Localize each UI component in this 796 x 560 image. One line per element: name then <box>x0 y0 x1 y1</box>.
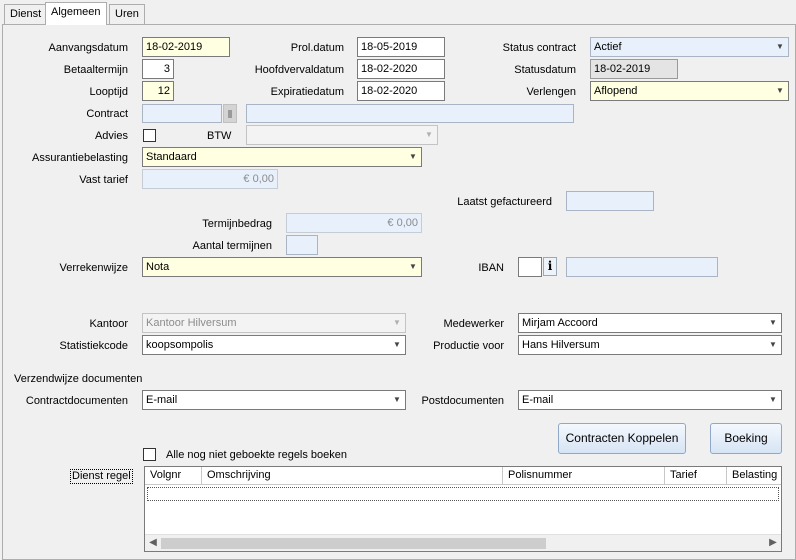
info-icon[interactable]: i <box>543 257 557 276</box>
postdocumenten-label: Postdocumenten <box>421 395 504 407</box>
verlengen-select[interactable]: Aflopend ▼ <box>590 81 789 101</box>
kantoor-label: Kantoor <box>89 318 128 330</box>
verlengen-value: Aflopend <box>594 85 638 97</box>
productie-voor-label: Productie voor <box>433 340 504 352</box>
aanvangsdatum-field[interactable]: 18-02-2019 <box>142 37 230 57</box>
chevron-down-icon: ▼ <box>776 42 784 51</box>
assurantiebelasting-value: Standaard <box>146 151 197 163</box>
medewerker-value: Mirjam Accoord <box>522 317 598 329</box>
verrekenwijze-select[interactable]: Nota ▼ <box>142 257 422 277</box>
statistiekcode-select[interactable]: koopsompolis ▼ <box>142 335 406 355</box>
tab-algemeen[interactable]: Algemeen <box>45 2 107 25</box>
scroll-right-icon[interactable]: ▶ <box>765 535 781 551</box>
btw-label: BTW <box>207 130 232 142</box>
chevron-down-icon: ▼ <box>409 152 417 161</box>
column-header-volgnr[interactable]: Volgnr <box>145 467 202 484</box>
hoofdvervaldatum-field[interactable]: 18-02-2020 <box>357 59 445 79</box>
chevron-down-icon: ▼ <box>393 318 401 327</box>
contractdocumenten-value: E-mail <box>146 394 178 406</box>
vast-tarief-field[interactable]: € 0,00 <box>142 169 278 189</box>
contractdocumenten-select[interactable]: E-mail ▼ <box>142 390 406 410</box>
betaaltermijn-label: Betaaltermijn <box>63 64 128 76</box>
statistiekcode-value: koopsompolis <box>146 339 214 351</box>
betaaltermijn-field[interactable]: 3 <box>142 59 174 79</box>
assurantiebelasting-select[interactable]: Standaard ▼ <box>142 147 422 167</box>
laatst-gefactureerd-field[interactable] <box>566 191 654 211</box>
grid-header: Volgnr Omschrijving Polisnummer Tarief B… <box>145 467 781 485</box>
contractdocumenten-label: Contractdocumenten <box>25 395 128 407</box>
chevron-down-icon: ▼ <box>409 262 417 271</box>
contract-description-field[interactable] <box>246 104 574 123</box>
chevron-down-icon: ▼ <box>769 340 777 349</box>
column-header-belasting[interactable]: Belasting <box>727 467 781 484</box>
dienst-regel-grid[interactable]: Volgnr Omschrijving Polisnummer Tarief B… <box>144 466 782 552</box>
laatst-gefactureerd-label: Laatst gefactureerd <box>457 196 552 208</box>
kantoor-value: Kantoor Hilversum <box>146 317 237 329</box>
chevron-down-icon: ▼ <box>769 318 777 327</box>
status-contract-value: Actief <box>594 41 622 53</box>
dienst-regel-label: Dienst regel <box>70 469 133 484</box>
tab-uren[interactable]: Uren <box>109 4 145 24</box>
termijnbedrag-label: Termijnbedrag <box>202 218 272 230</box>
status-contract-select[interactable]: Actief ▼ <box>590 37 789 57</box>
chevron-down-icon: ▼ <box>769 395 777 404</box>
statusdatum-field: 18-02-2019 <box>590 59 678 79</box>
productie-voor-value: Hans Hilversum <box>522 339 600 351</box>
chevron-down-icon: ▼ <box>393 340 401 349</box>
postdocumenten-select[interactable]: E-mail ▼ <box>518 390 782 410</box>
iban-field[interactable] <box>566 257 718 277</box>
aantal-termijnen-field[interactable] <box>286 235 318 255</box>
hoofdvervaldatum-label: Hoofdvervaldatum <box>254 64 344 76</box>
productie-voor-select[interactable]: Hans Hilversum ▼ <box>518 335 782 355</box>
scrollbar-thumb[interactable] <box>161 538 546 549</box>
chevron-down-icon: ▼ <box>425 130 433 139</box>
advies-checkbox[interactable] <box>143 129 156 142</box>
alle-boeken-label: Alle nog niet geboekte regels boeken <box>166 449 348 461</box>
looptijd-field[interactable]: 12 <box>142 81 174 101</box>
looptijd-label: Looptijd <box>89 86 128 98</box>
btw-select[interactable]: ▼ <box>246 125 438 145</box>
tab-bar: Dienst Algemeen Uren <box>0 0 796 25</box>
column-header-tarief[interactable]: Tarief <box>665 467 727 484</box>
contract-label: Contract <box>86 108 128 120</box>
assurantiebelasting-label: Assurantiebelasting <box>31 152 128 164</box>
contracten-koppelen-button[interactable]: Contracten Koppelen <box>558 423 686 454</box>
verrekenwijze-label: Verrekenwijze <box>59 262 128 274</box>
aanvangsdatum-label: Aanvangsdatum <box>48 42 129 54</box>
alle-boeken-checkbox[interactable] <box>143 448 156 461</box>
advies-label: Advies <box>94 130 128 142</box>
tab-dienst[interactable]: Dienst <box>4 4 48 24</box>
status-contract-label: Status contract <box>502 42 576 54</box>
medewerker-select[interactable]: Mirjam Accoord ▼ <box>518 313 782 333</box>
expiratiedatum-label: Expiratiedatum <box>270 86 344 98</box>
aantal-termijnen-label: Aantal termijnen <box>192 240 273 252</box>
contract-lookup-icon[interactable] <box>223 104 237 123</box>
scroll-left-icon[interactable]: ◀ <box>145 535 161 551</box>
chevron-down-icon: ▼ <box>776 86 784 95</box>
horizontal-scrollbar[interactable]: ◀ ▶ <box>145 534 781 551</box>
medewerker-label: Medewerker <box>443 318 504 330</box>
prol-datum-field[interactable]: 18-05-2019 <box>357 37 445 57</box>
kantoor-select[interactable]: Kantoor Hilversum ▼ <box>142 313 406 333</box>
verlengen-label: Verlengen <box>526 86 576 98</box>
termijnbedrag-field[interactable]: € 0,00 <box>286 213 422 233</box>
prol-datum-label: Prol.datum <box>290 42 344 54</box>
boeking-button[interactable]: Boeking <box>710 423 782 454</box>
postdocumenten-value: E-mail <box>522 394 554 406</box>
column-header-omschrijving[interactable]: Omschrijving <box>202 467 503 484</box>
statistiekcode-label: Statistiekcode <box>59 340 128 352</box>
verrekenwijze-value: Nota <box>146 261 170 273</box>
contract-field[interactable] <box>142 104 222 123</box>
table-row[interactable] <box>147 487 779 501</box>
iban-label: IBAN <box>478 262 504 274</box>
expiratiedatum-field[interactable]: 18-02-2020 <box>357 81 445 101</box>
vast-tarief-label: Vast tarief <box>79 174 128 186</box>
statusdatum-label: Statusdatum <box>514 64 576 76</box>
verzendwijze-heading: Verzendwijze documenten <box>14 373 143 385</box>
chevron-down-icon: ▼ <box>393 395 401 404</box>
column-header-polisnummer[interactable]: Polisnummer <box>503 467 665 484</box>
iban-prefix-field[interactable] <box>518 257 542 277</box>
